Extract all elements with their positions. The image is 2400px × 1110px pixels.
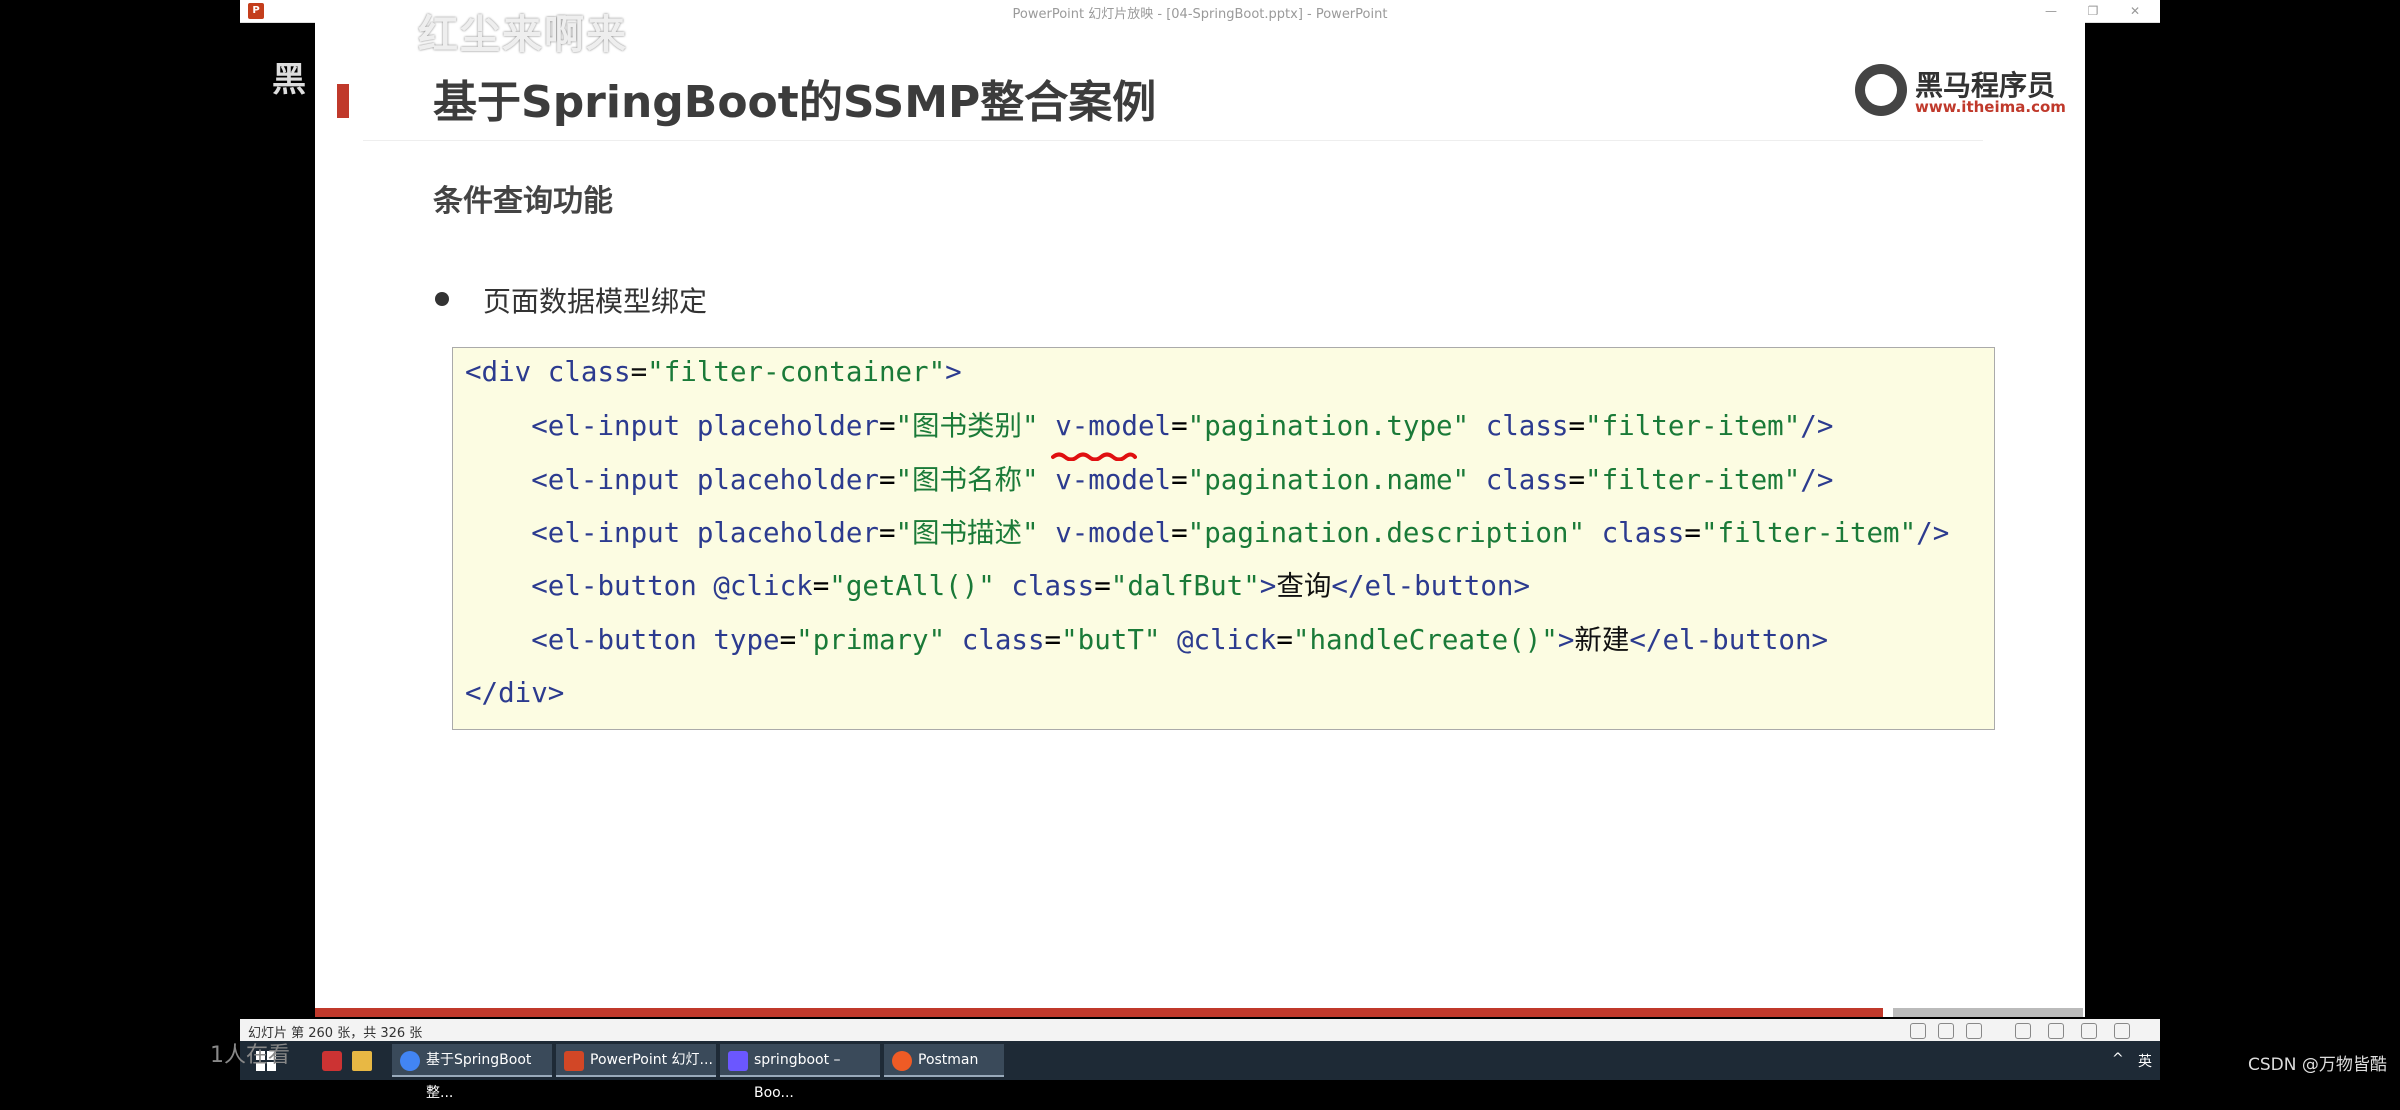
- horse-logo-icon: [1855, 64, 1907, 116]
- file-explorer-icon[interactable]: [350, 1044, 374, 1077]
- code-line-2: <el-input placeholder="图书类别" v-model="pa…: [531, 410, 1834, 442]
- postman-icon: [892, 1051, 912, 1071]
- task-manager-icon[interactable]: [320, 1044, 344, 1077]
- slide-title: 基于SpringBoot的SSMP整合案例: [433, 77, 1157, 128]
- code-line-5: <el-button @click="getAll()" class="dalf…: [531, 570, 1531, 602]
- slide-sorter-icon[interactable]: [2048, 1023, 2064, 1039]
- title-accent-bar: [337, 84, 349, 118]
- csdn-watermark: CSDN @万物皆酷: [2248, 1055, 2387, 1075]
- red-underline-annotation: [1051, 452, 1137, 461]
- normal-view-icon[interactable]: [2015, 1023, 2031, 1039]
- taskbar-item-powerpoint[interactable]: PowerPoint 幻灯...: [556, 1044, 716, 1077]
- status-bar: 幻灯片 第 260 张，共 326 张: [240, 1019, 2160, 1041]
- code-line-1: <div class="filter-container">: [465, 356, 962, 388]
- code-line-6: <el-button type="primary" class="butT" @…: [531, 624, 1829, 656]
- logo-url: www.itheima.com: [1915, 98, 2066, 116]
- code-line-4: <el-input placeholder="图书描述" v-model="pa…: [531, 517, 1950, 549]
- pause-icon[interactable]: [1938, 1023, 1954, 1039]
- bullet-icon: [435, 292, 449, 306]
- section-subtitle: 条件查询功能: [433, 184, 613, 219]
- header-divider: [363, 140, 1983, 141]
- intellij-icon: [728, 1051, 748, 1071]
- restore-button[interactable]: ❐: [2078, 2, 2108, 20]
- next-slide-icon[interactable]: [1966, 1023, 1982, 1039]
- bullet-text: 页面数据模型绑定: [483, 285, 708, 318]
- slide-progress-bar: [315, 1008, 1883, 1017]
- taskbar: 基于SpringBoot整... PowerPoint 幻灯... spring…: [240, 1041, 2160, 1101]
- slide-progress-remaining: [1893, 1008, 2083, 1017]
- taskbar-item-chrome[interactable]: 基于SpringBoot整...: [392, 1044, 552, 1101]
- stream-overlay-logo: 黑: [272, 60, 306, 100]
- viewer-count: 1人在看: [210, 1043, 290, 1068]
- taskbar-item-intellij[interactable]: springboot – Boo...: [720, 1044, 880, 1101]
- tray-chevron-icon[interactable]: ^: [2112, 1051, 2124, 1067]
- prev-slide-icon[interactable]: [1910, 1023, 1926, 1039]
- slideshow-icon[interactable]: [2114, 1023, 2130, 1039]
- taskbar-item-postman[interactable]: Postman: [884, 1044, 1004, 1077]
- close-button[interactable]: ✕: [2120, 2, 2150, 20]
- code-line-3: <el-input placeholder="图书名称" v-model="pa…: [531, 464, 1834, 496]
- itheima-logo: 黑马程序员 www.itheima.com: [1855, 62, 2066, 122]
- stream-overlay-title: 红尘来啊来: [418, 12, 628, 58]
- minimize-button[interactable]: —: [2036, 2, 2066, 20]
- code-block: <div class="filter-container"> <el-input…: [452, 347, 1995, 730]
- ime-indicator[interactable]: 英: [2138, 1051, 2152, 1071]
- chrome-icon: [400, 1051, 420, 1071]
- powerpoint-icon: [564, 1051, 584, 1071]
- reading-view-icon[interactable]: [2081, 1023, 2097, 1039]
- slide-canvas: 基于SpringBoot的SSMP整合案例 黑马程序员 www.itheima.…: [315, 22, 2085, 1017]
- code-line-7: </div>: [465, 677, 565, 709]
